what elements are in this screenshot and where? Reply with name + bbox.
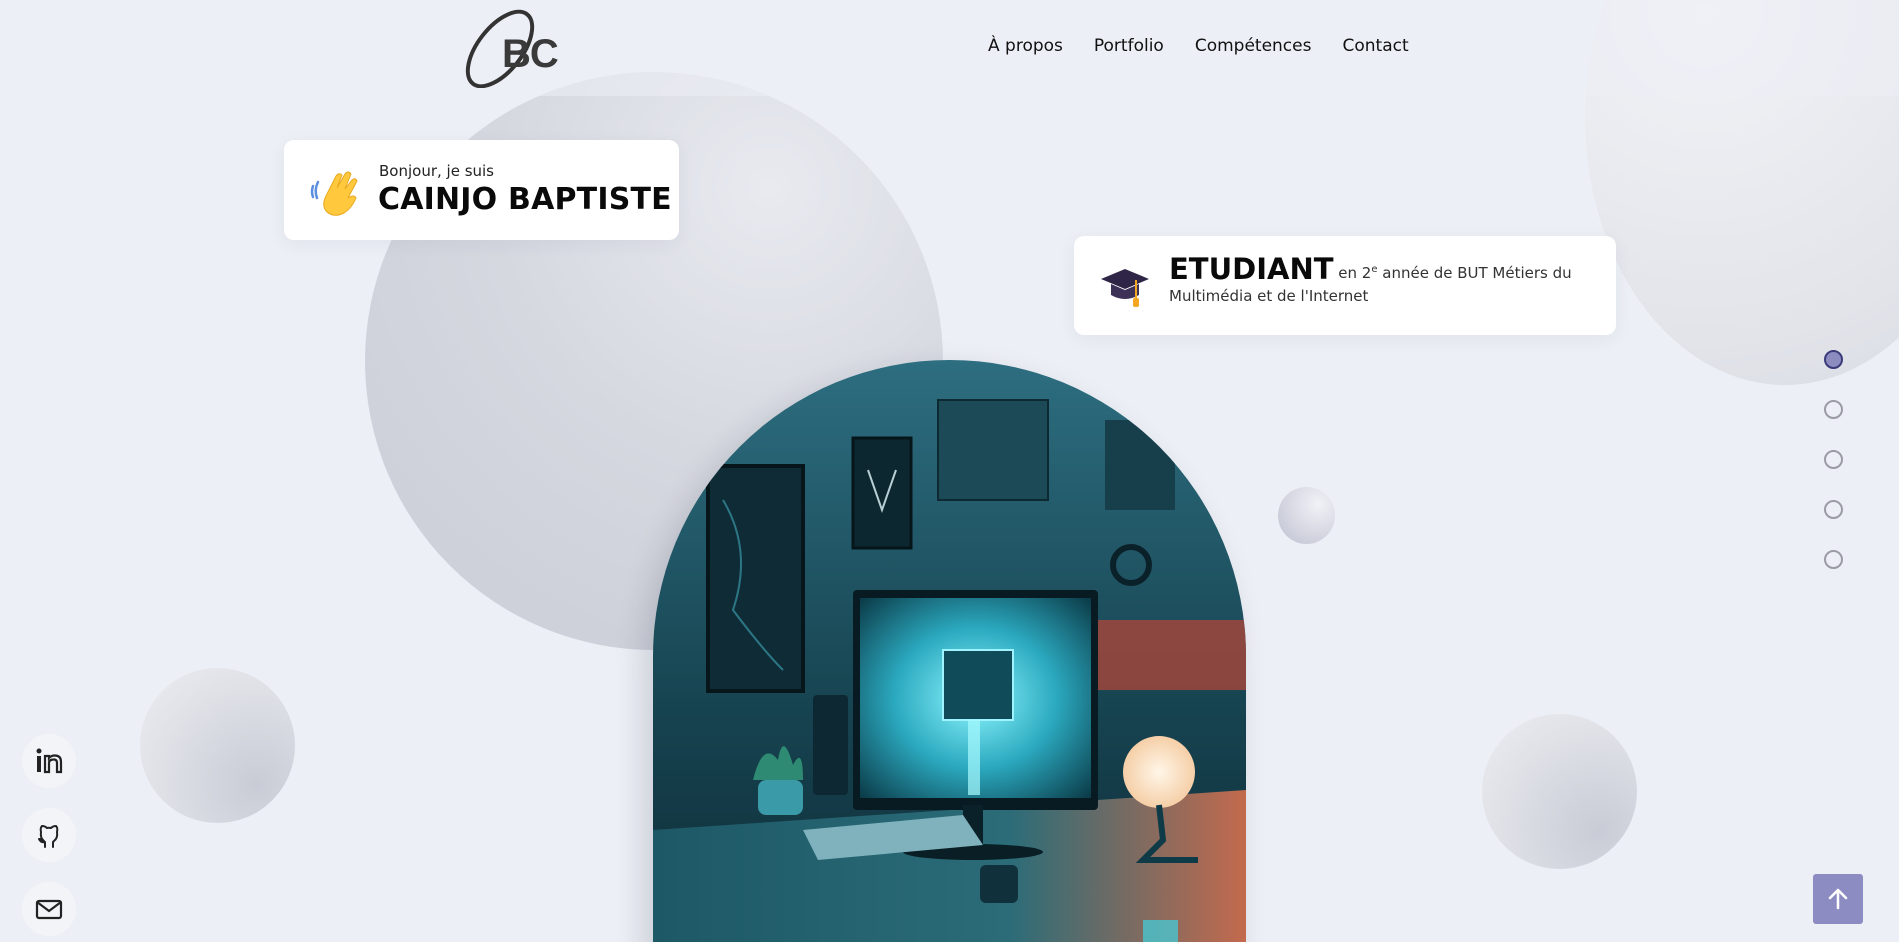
hero-name: CAINJO BAPTISTE <box>378 182 672 217</box>
role-text: ETUDIANT en 2e année de BUT Métiers du M… <box>1169 255 1599 308</box>
nav-link-contact[interactable]: Contact <box>1342 36 1408 56</box>
site-header: BC À propos Portfolio Compétences Contac… <box>0 0 1899 96</box>
waving-hand-icon <box>310 171 358 216</box>
section-dots <box>1824 350 1843 600</box>
background-bubble <box>140 668 295 823</box>
greeting-card: Bonjour, je suis CAINJO BAPTISTE <box>284 140 679 240</box>
section-dot-5[interactable] <box>1824 550 1843 569</box>
logo[interactable]: BC <box>460 4 564 89</box>
role-desc-pre: en 2 <box>1338 264 1372 282</box>
scroll-to-top-button[interactable] <box>1813 874 1863 924</box>
github-link[interactable] <box>22 808 76 862</box>
section-dot-3[interactable] <box>1824 450 1843 469</box>
mail-icon <box>35 899 63 920</box>
background-bubble <box>1278 487 1335 544</box>
graduation-cap-icon <box>1101 269 1149 307</box>
section-dot-4[interactable] <box>1824 500 1843 519</box>
nav-link-portfolio[interactable]: Portfolio <box>1094 36 1164 56</box>
github-icon <box>38 825 59 848</box>
greeting-text: Bonjour, je suis <box>379 162 494 180</box>
background-bubble <box>1482 714 1637 869</box>
desk-setup-image <box>653 360 1246 942</box>
mail-link[interactable] <box>22 882 76 936</box>
linkedin-icon <box>36 748 63 774</box>
role-title: ETUDIANT <box>1169 252 1334 286</box>
role-card: ETUDIANT en 2e année de BUT Métiers du M… <box>1074 236 1616 335</box>
nav-link-competences[interactable]: Compétences <box>1195 36 1312 56</box>
social-links <box>22 734 76 942</box>
section-dot-1[interactable] <box>1824 350 1843 369</box>
section-dot-2[interactable] <box>1824 400 1843 419</box>
main-nav: À propos Portfolio Compétences Contact <box>988 36 1409 56</box>
hero-illustration <box>653 360 1246 942</box>
nav-link-a-propos[interactable]: À propos <box>988 36 1063 56</box>
arrow-up-icon <box>1828 888 1848 910</box>
linkedin-link[interactable] <box>22 734 76 788</box>
logo-text: BC <box>502 32 559 76</box>
role-desc-sup: e <box>1371 264 1378 275</box>
